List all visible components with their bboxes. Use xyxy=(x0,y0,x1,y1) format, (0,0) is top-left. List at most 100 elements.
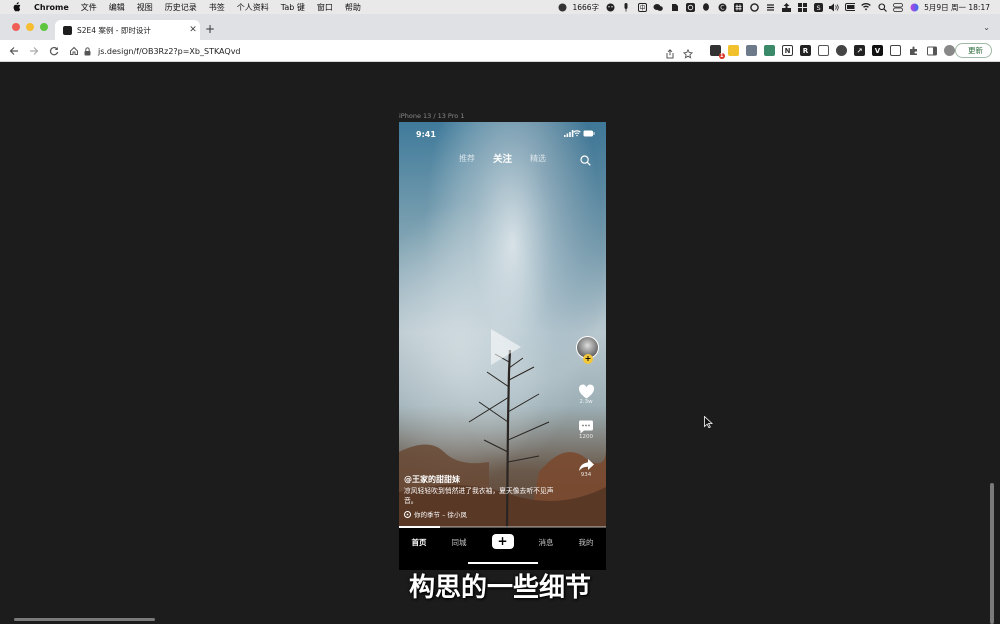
nav-messages[interactable]: 消息 xyxy=(539,537,554,548)
evernote-icon[interactable] xyxy=(669,3,679,12)
share-icon[interactable] xyxy=(665,44,675,63)
control-center-icon[interactable] xyxy=(893,2,903,12)
update-button[interactable]: 更新 xyxy=(955,43,992,58)
share-count: 934 xyxy=(580,472,592,478)
extension-clip-icon[interactable] xyxy=(890,45,901,56)
vpn-icon[interactable] xyxy=(749,2,759,12)
author-username[interactable]: @王家的甜甜妹 xyxy=(404,474,554,485)
music-disc-icon xyxy=(404,510,411,518)
nav-home[interactable]: 首页 xyxy=(412,537,427,548)
battery-icon[interactable] xyxy=(845,3,856,12)
volume-icon[interactable] xyxy=(829,3,839,12)
extension-arrow-icon[interactable]: ↗ xyxy=(854,45,865,56)
extension-yellow-icon[interactable] xyxy=(728,45,739,56)
menu-file[interactable]: 文件 xyxy=(81,2,97,13)
extension-r-icon[interactable]: R xyxy=(800,45,811,56)
tab-close-icon[interactable]: ✕ xyxy=(186,25,200,35)
menu-bar-tray: 1666字 中 C S 5月9日 周一 18:17 xyxy=(551,0,990,14)
forward-arrow-icon[interactable] xyxy=(28,45,40,57)
menu-help[interactable]: 帮助 xyxy=(345,2,361,13)
microphone-icon[interactable] xyxy=(621,2,631,12)
bookmark-star-icon[interactable] xyxy=(682,44,694,63)
wechat-icon[interactable] xyxy=(653,3,663,12)
hash-icon[interactable] xyxy=(733,2,743,12)
phone-battery-icon xyxy=(583,130,595,139)
menu-app-name[interactable]: Chrome xyxy=(34,3,69,12)
design-canvas[interactable]: iPhone 13 / 13 Pro 1 9:41 推荐 关注 精选 + 2.3… xyxy=(0,62,1000,624)
home-icon[interactable] xyxy=(68,45,80,57)
search-tray-icon[interactable] xyxy=(877,2,887,12)
stack-icon[interactable] xyxy=(765,3,775,12)
extension-v-icon[interactable]: V xyxy=(872,45,883,56)
smiley-icon[interactable] xyxy=(605,3,615,12)
like-count: 2.3w xyxy=(579,399,593,405)
video-subtitle: 构思的一些细节 xyxy=(408,573,591,603)
video-caption: @王家的甜甜妹 凉风轻轻吹到悄然进了我衣袖，夏天像去听不见声音。 你的季节 – … xyxy=(404,474,554,519)
reload-icon[interactable] xyxy=(48,45,60,57)
extensions-puzzle-icon[interactable] xyxy=(908,45,919,56)
menu-window[interactable]: 窗口 xyxy=(317,2,333,13)
wifi-icon[interactable] xyxy=(861,3,871,12)
aperture-icon[interactable] xyxy=(685,2,695,12)
extension-frame-icon[interactable] xyxy=(818,45,829,56)
phone-frame[interactable]: 9:41 推荐 关注 精选 + 2.3w 1200 934 @王家的甜甜妹 凉风… xyxy=(399,122,606,570)
window-zoom-button[interactable] xyxy=(40,23,48,31)
menu-profiles[interactable]: 个人资料 xyxy=(237,2,269,13)
browser-tab-active[interactable]: S2E4 案例 - 即时设计 ✕ xyxy=(55,20,200,40)
extension-notion-icon[interactable]: N xyxy=(782,45,793,56)
nav-me[interactable]: 我的 xyxy=(579,537,594,548)
comment-action[interactable]: 1200 xyxy=(574,420,598,440)
grid-icon[interactable] xyxy=(797,2,807,12)
menu-view[interactable]: 视图 xyxy=(137,2,153,13)
vertical-scrollbar[interactable] xyxy=(990,483,994,624)
extension-badge: 1 xyxy=(718,53,725,59)
siri-icon[interactable] xyxy=(909,3,919,12)
menu-history[interactable]: 历史记录 xyxy=(165,2,197,13)
menu-bookmarks[interactable]: 书签 xyxy=(209,2,225,13)
play-icon[interactable] xyxy=(489,327,523,367)
word-count[interactable]: 1666字 xyxy=(572,2,599,13)
side-panel-icon[interactable] xyxy=(926,45,937,56)
horizontal-scrollbar[interactable] xyxy=(14,618,155,621)
tab-following[interactable]: 关注 xyxy=(493,151,512,165)
follow-plus-icon[interactable]: + xyxy=(583,354,593,364)
extension-square-icon[interactable] xyxy=(746,45,757,56)
c-app-icon[interactable]: C xyxy=(717,3,727,12)
music-info[interactable]: 你的季节 – 徐小凤 xyxy=(404,509,554,519)
menu-edit[interactable]: 编辑 xyxy=(109,2,125,13)
extension-download-icon[interactable] xyxy=(764,45,775,56)
like-action[interactable]: 2.3w xyxy=(574,384,598,405)
menu-bar-clock[interactable]: 5月9日 周一 18:17 xyxy=(924,2,990,13)
comment-icon[interactable] xyxy=(578,420,594,434)
window-close-button[interactable] xyxy=(12,23,20,31)
address-bar[interactable]: js.design/f/OB3Rz2?p=Xb_STKAQvd xyxy=(84,43,704,59)
music-title: 你的季节 – 徐小凤 xyxy=(414,511,467,519)
heart-icon[interactable] xyxy=(578,384,595,399)
tab-recommend[interactable]: 推荐 xyxy=(459,153,475,164)
back-arrow-icon[interactable] xyxy=(8,45,20,57)
menu-tab[interactable]: Tab 键 xyxy=(281,2,305,13)
tab-featured[interactable]: 精选 xyxy=(530,153,546,164)
create-plus-button[interactable]: + xyxy=(491,534,514,549)
url-text[interactable]: js.design/f/OB3Rz2?p=Xb_STKAQvd xyxy=(98,47,241,56)
extension-notify-icon[interactable]: 1 xyxy=(710,45,725,59)
tab-search-chevron-icon[interactable]: ⌄ xyxy=(983,23,990,32)
new-tab-button[interactable]: + xyxy=(205,22,215,36)
upload-tray-icon[interactable] xyxy=(781,2,791,12)
input-method-icon[interactable]: 中 xyxy=(637,2,647,12)
frame-label[interactable]: iPhone 13 / 13 Pro 1 xyxy=(399,112,464,120)
nav-nearby[interactable]: 同城 xyxy=(452,537,467,548)
apple-icon[interactable] xyxy=(12,2,23,13)
share-arrow-icon[interactable] xyxy=(578,458,595,472)
s-app-icon[interactable]: S xyxy=(813,2,823,12)
qq-icon[interactable] xyxy=(701,2,711,12)
lock-icon[interactable] xyxy=(84,46,93,56)
globe-icon[interactable] xyxy=(557,3,567,12)
svg-text:S: S xyxy=(816,4,820,12)
profile-avatar[interactable] xyxy=(944,45,955,56)
search-icon[interactable] xyxy=(580,151,591,166)
extension-evernote-icon[interactable] xyxy=(836,45,847,56)
home-indicator xyxy=(468,562,538,564)
share-action[interactable]: 934 xyxy=(574,458,598,478)
window-minimize-button[interactable] xyxy=(26,23,34,31)
